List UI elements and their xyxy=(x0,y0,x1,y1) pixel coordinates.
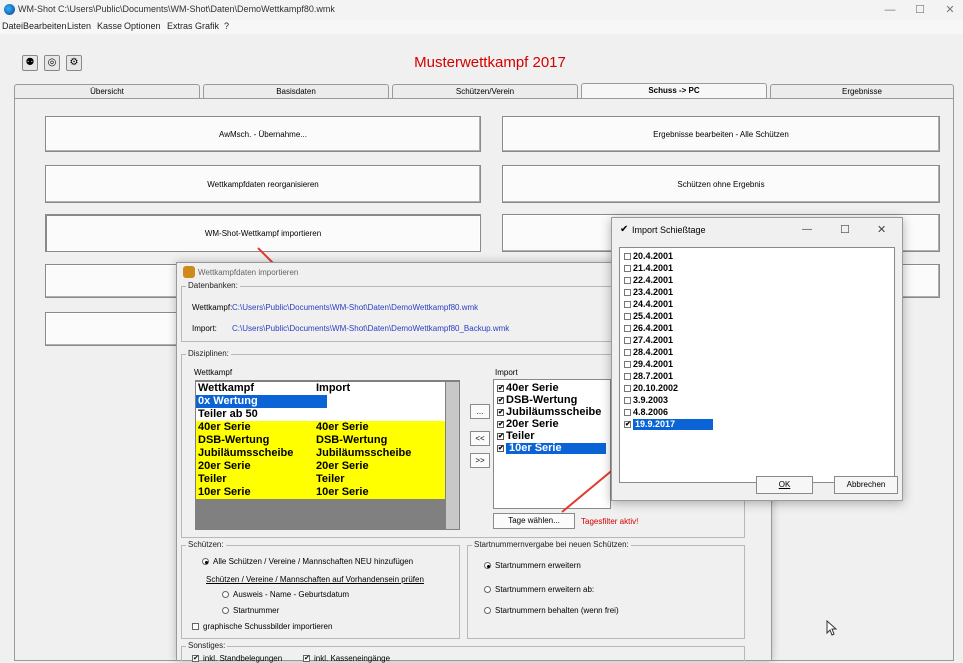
list-item[interactable]: 28.4.2001 xyxy=(624,347,673,358)
option-label: Startnummern erweitern ab: xyxy=(495,585,595,594)
option-label: inkl. Kasseneingänge xyxy=(314,654,391,663)
date-label: 24.4.2001 xyxy=(633,299,674,309)
date-label: 28.4.2001 xyxy=(633,347,674,357)
schiesstage-list[interactable]: 20.4.2001 21.4.2001 22.4.2001 23.4.2001 … xyxy=(619,247,895,483)
checkbox[interactable] xyxy=(624,337,631,345)
title-check-icon: ✔ xyxy=(620,224,629,235)
checkbox[interactable] xyxy=(624,277,631,285)
option-label: Startnummer xyxy=(233,606,280,615)
list-item[interactable]: 20.10.2002 xyxy=(624,383,678,394)
checkbox[interactable] xyxy=(624,397,631,405)
checkbox[interactable]: ✔ xyxy=(624,421,631,429)
checkbox[interactable] xyxy=(624,361,631,369)
date-label: 27.4.2001 xyxy=(633,335,674,345)
date-label: 29.4.2001 xyxy=(633,359,674,369)
checkbox[interactable] xyxy=(624,301,631,309)
date-label: 26.4.2001 xyxy=(633,323,674,333)
date-label: 22.4.2001 xyxy=(633,275,674,285)
checkbox[interactable] xyxy=(624,289,631,297)
radio[interactable] xyxy=(484,562,491,570)
date-label: 21.4.2001 xyxy=(633,263,674,273)
startnummer-label: Startnummernvergabe bei neuen Schützen: xyxy=(472,540,631,549)
pruefen-startnummer-option[interactable]: Startnummer xyxy=(222,606,279,615)
option-label: Startnummern behalten (wenn frei) xyxy=(495,606,619,615)
list-item[interactable]: 25.4.2001 xyxy=(624,311,673,322)
list-item[interactable]: 26.4.2001 xyxy=(624,323,673,334)
option-label: Ausweis - Name - Geburtsdatum xyxy=(233,590,350,599)
option-label: Alle Schützen / Vereine / Mannschaften N… xyxy=(213,557,414,566)
radio[interactable] xyxy=(222,607,229,615)
kasseneingaenge-checkbox[interactable]: ✔ inkl. Kasseneingänge xyxy=(303,654,390,663)
schussbilder-checkbox[interactable]: graphische Schussbilder importieren xyxy=(192,622,332,631)
date-label: 19.9.2017 xyxy=(633,419,713,430)
checkbox[interactable] xyxy=(624,409,631,417)
list-item[interactable]: 27.4.2001 xyxy=(624,335,673,346)
checkbox[interactable]: ✔ xyxy=(303,655,310,663)
list-item[interactable]: 22.4.2001 xyxy=(624,275,673,286)
list-item[interactable]: 23.4.2001 xyxy=(624,287,673,298)
date-label: 3.9.2003 xyxy=(633,395,669,405)
ok-button[interactable]: OK xyxy=(756,476,813,494)
standbelegungen-checkbox[interactable]: ✔ inkl. Standbelegungen xyxy=(192,654,282,663)
abbrechen-button[interactable]: Abbrechen xyxy=(834,476,898,494)
list-item-selected[interactable]: ✔ 19.9.2017 xyxy=(624,419,713,430)
startnr-option-behalten[interactable]: Startnummern behalten (wenn frei) xyxy=(484,606,619,615)
checkbox[interactable] xyxy=(192,623,199,631)
checkbox[interactable] xyxy=(624,313,631,321)
checkbox[interactable]: ✔ xyxy=(192,655,199,663)
checkbox[interactable] xyxy=(624,349,631,357)
checkbox[interactable] xyxy=(624,373,631,381)
dialog-minimize-button[interactable]: — xyxy=(802,224,812,235)
mouse-cursor-icon xyxy=(826,620,838,636)
radio[interactable] xyxy=(202,558,209,566)
checkbox[interactable] xyxy=(624,385,631,393)
radio[interactable] xyxy=(484,607,491,615)
option-label: graphische Schussbilder importieren xyxy=(203,622,333,631)
date-label: 28.7.2001 xyxy=(633,371,674,381)
date-label: 25.4.2001 xyxy=(633,311,674,321)
date-label: 20.10.2002 xyxy=(633,383,679,393)
list-item[interactable]: 21.4.2001 xyxy=(624,263,673,274)
option-label: inkl. Standbelegungen xyxy=(203,654,283,663)
list-item[interactable]: 29.4.2001 xyxy=(624,359,673,370)
list-item[interactable]: 28.7.2001 xyxy=(624,371,673,382)
sonstiges-label: Sonstiges: xyxy=(186,641,228,650)
date-label: 4.8.2006 xyxy=(633,407,669,417)
dialog-maximize-button[interactable]: ☐ xyxy=(840,223,850,236)
list-item[interactable]: 20.4.2001 xyxy=(624,251,673,262)
import-schiesstage-dialog: ✔ Import Schießtage — ☐ ✕ 20.4.2001 21.4… xyxy=(611,217,903,501)
date-label: 23.4.2001 xyxy=(633,287,674,297)
list-item[interactable]: 24.4.2001 xyxy=(624,299,673,310)
dialog-close-button[interactable]: ✕ xyxy=(877,223,886,236)
startnr-option-erweitern-ab[interactable]: Startnummern erweitern ab: xyxy=(484,585,594,594)
option-label: Startnummern erweitern xyxy=(495,561,581,570)
schuetzen-label: Schützen: xyxy=(186,540,226,549)
list-item[interactable]: 4.8.2006 xyxy=(624,407,668,418)
checkbox[interactable] xyxy=(624,265,631,273)
list-item[interactable]: 3.9.2003 xyxy=(624,395,668,406)
schiesstage-title: Import Schießtage xyxy=(632,225,706,235)
radio[interactable] xyxy=(222,591,229,599)
date-label: 20.4.2001 xyxy=(633,251,674,261)
schuetzen-option-pruefen[interactable]: Schützen / Vereine / Mannschaften auf Vo… xyxy=(206,575,424,584)
pruefen-ausweis-option[interactable]: Ausweis - Name - Geburtsdatum xyxy=(222,590,349,599)
checkbox[interactable] xyxy=(624,325,631,333)
checkbox[interactable] xyxy=(624,253,631,261)
schuetzen-option-neu[interactable]: Alle Schützen / Vereine / Mannschaften N… xyxy=(202,557,413,566)
startnr-option-erweitern[interactable]: Startnummern erweitern xyxy=(484,561,581,570)
radio[interactable] xyxy=(484,586,491,594)
